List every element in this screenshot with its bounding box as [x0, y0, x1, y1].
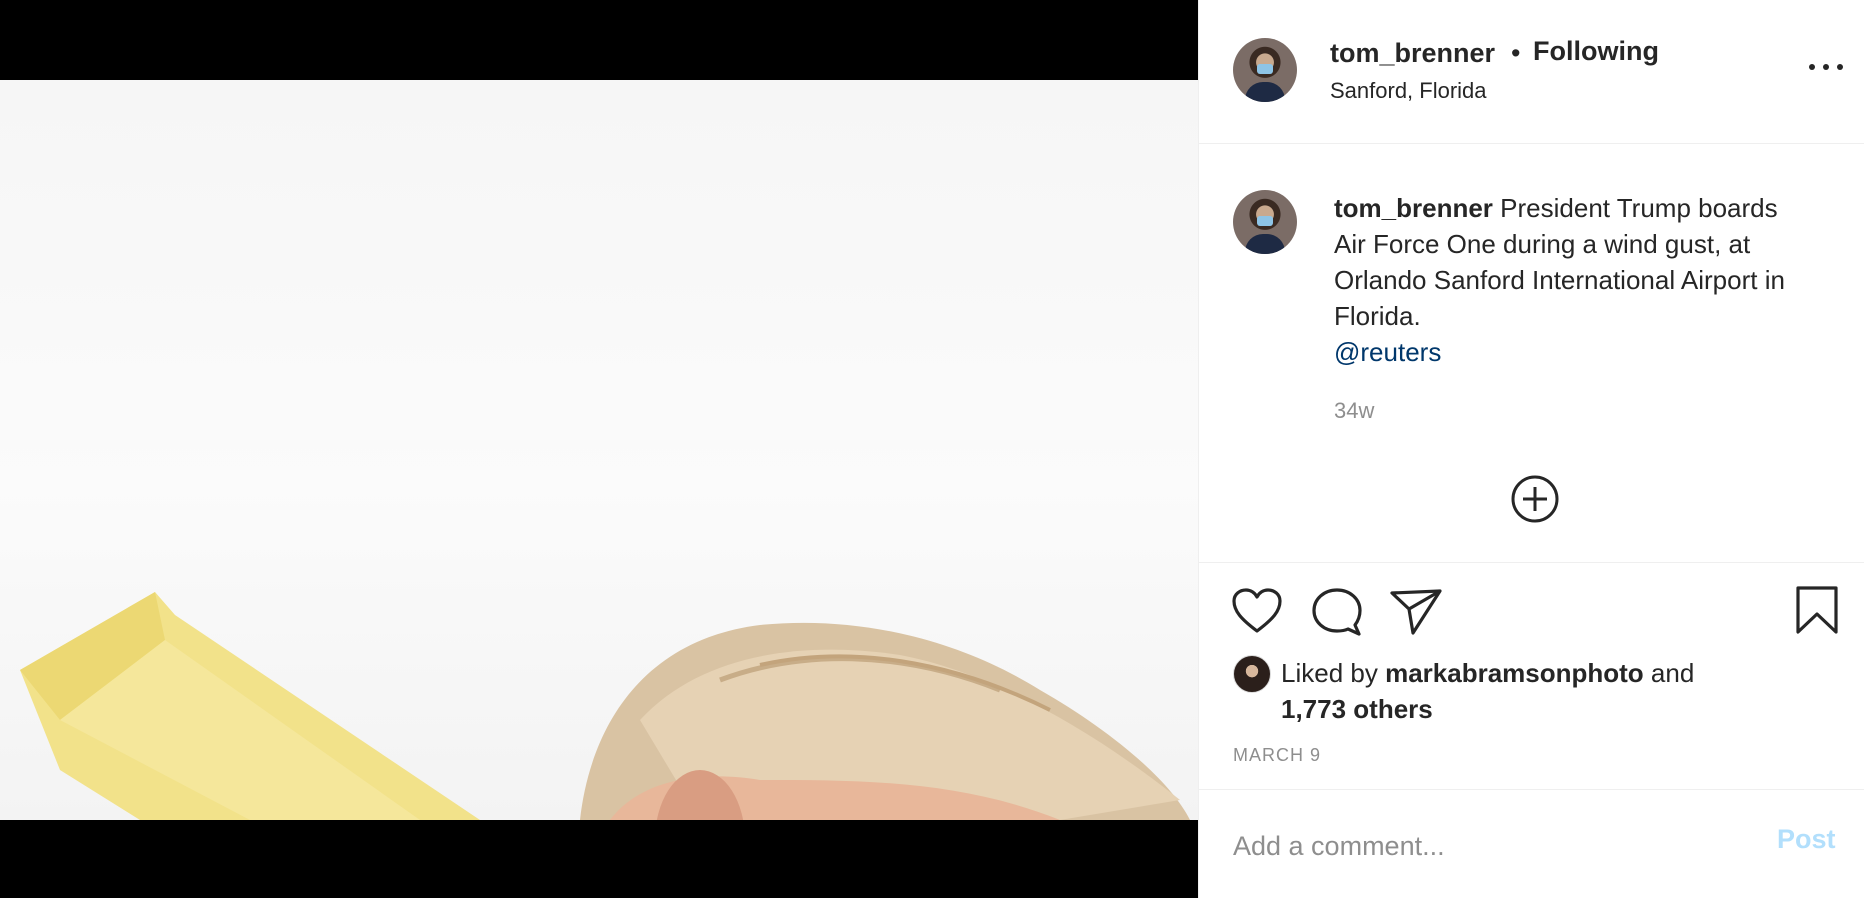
photo-illustration — [20, 592, 1190, 820]
post-media[interactable] — [0, 0, 1198, 898]
likes-others-link[interactable]: 1,773 others — [1281, 694, 1433, 724]
bookmark-icon[interactable] — [1795, 585, 1839, 635]
likes-prefix: Liked by — [1281, 658, 1378, 688]
author-username[interactable]: tom_brenner — [1330, 38, 1495, 69]
liker-username[interactable]: markabramsonphoto — [1385, 658, 1644, 688]
post-caption: tom_brenner President Trump boards Air F… — [1334, 190, 1814, 370]
post-actions: Liked by markabramsonphoto and 1,773 oth… — [1199, 562, 1864, 898]
liker-avatar[interactable] — [1233, 655, 1271, 693]
post-location[interactable]: Sanford, Florida — [1330, 78, 1487, 104]
more-options-icon[interactable] — [1809, 62, 1843, 72]
author-avatar[interactable] — [1233, 38, 1297, 102]
likes-joiner: and — [1650, 658, 1695, 688]
caption-username[interactable]: tom_brenner — [1334, 193, 1493, 223]
comment-input[interactable] — [1233, 826, 1733, 866]
likes-summary: Liked by markabramsonphoto and 1,773 oth… — [1281, 655, 1841, 727]
paper-plane-icon[interactable] — [1389, 587, 1443, 637]
heart-icon[interactable] — [1231, 587, 1283, 635]
post-photo[interactable] — [0, 80, 1198, 820]
post-date[interactable]: MARCH 9 — [1233, 745, 1321, 766]
post-side-panel: tom_brenner • Following Sanford, Florida… — [1198, 0, 1864, 898]
separator-dot: • — [1511, 38, 1521, 68]
following-button[interactable]: Following — [1533, 36, 1659, 67]
post-comment-button[interactable]: Post — [1777, 824, 1836, 855]
comment-bubble-icon[interactable] — [1311, 587, 1363, 637]
caption-timestamp[interactable]: 34w — [1334, 398, 1374, 424]
add-circle-icon[interactable] — [1510, 474, 1560, 524]
post-header: tom_brenner • Following Sanford, Florida — [1199, 0, 1864, 144]
comment-bar: Post — [1199, 789, 1864, 899]
caption-author-avatar[interactable] — [1233, 190, 1297, 254]
caption-mention-link[interactable]: @reuters — [1334, 334, 1814, 370]
